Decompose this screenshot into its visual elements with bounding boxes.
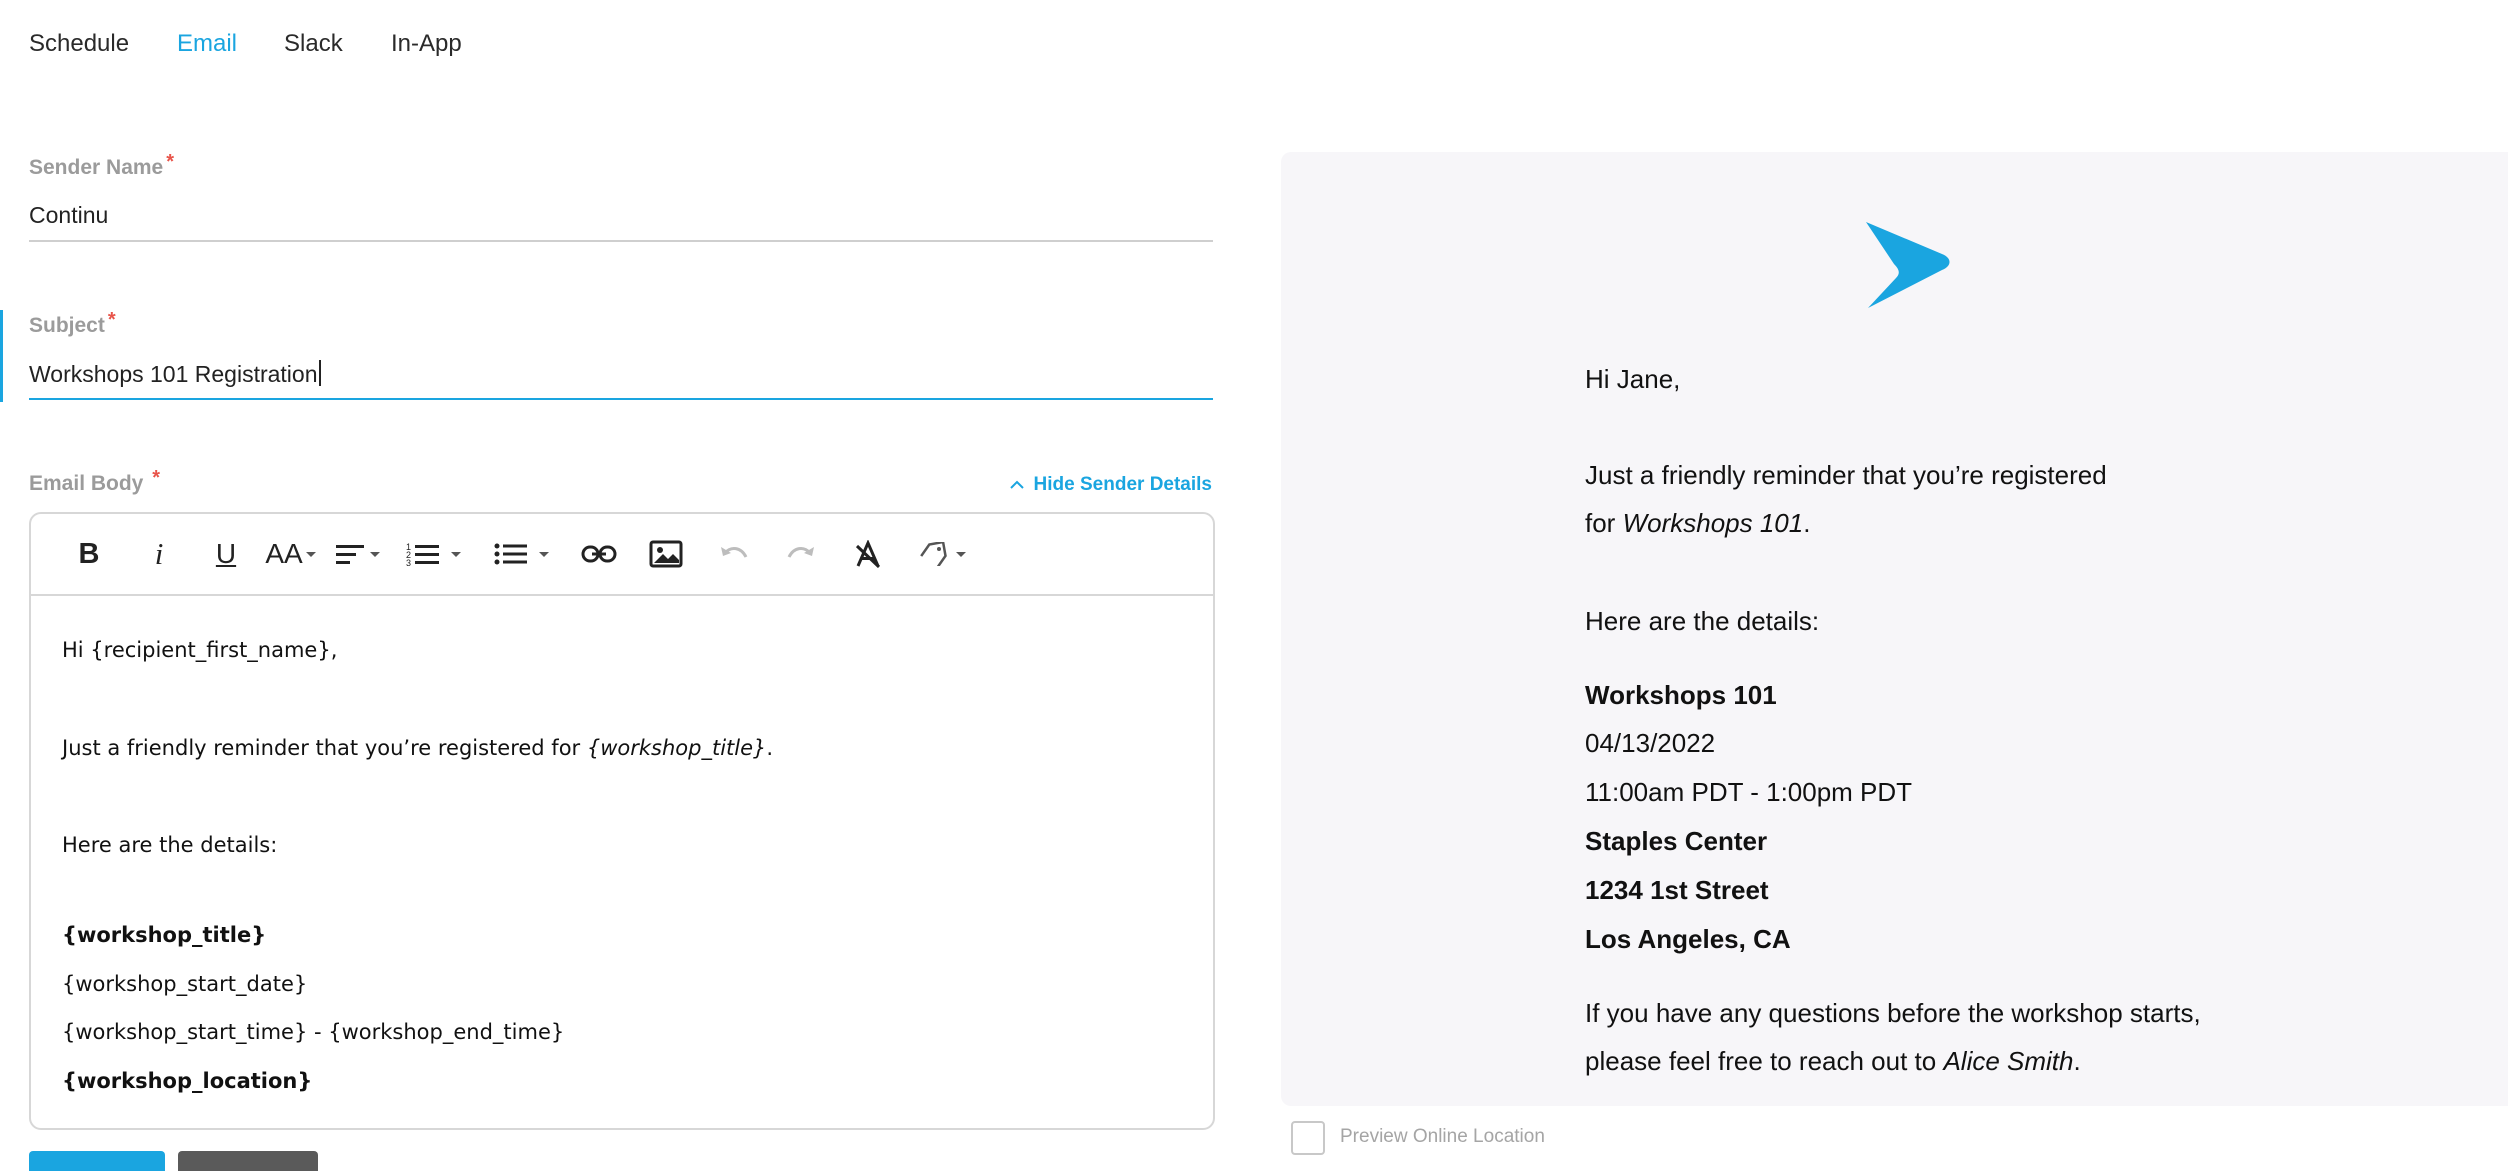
editor-reminder: Just a friendly reminder that you’re reg… — [62, 736, 774, 760]
preview-location-street: 1234 1st Street — [1585, 875, 1769, 905]
preview-details-heading: Here are the details: — [1585, 606, 1820, 636]
svg-text:3: 3 — [406, 558, 411, 567]
preview-reminder-line1: Just a friendly reminder that you’re reg… — [1585, 460, 2107, 490]
italic-icon[interactable]: i — [139, 532, 179, 576]
save-button[interactable] — [29, 1151, 165, 1171]
required-mark: * — [152, 467, 161, 489]
continu-logo-icon — [1864, 220, 1950, 315]
preview-location-city: Los Angeles, CA — [1585, 924, 1791, 954]
image-icon[interactable] — [643, 532, 689, 576]
preview-online-location-label: Preview Online Location — [1340, 1126, 1545, 1147]
preview-greeting: Hi Jane, — [1585, 364, 1681, 394]
preview-questions-line2: please feel free to reach out to Alice S… — [1585, 1046, 2081, 1076]
preview-title: Workshops 101 — [1585, 680, 1777, 710]
sender-name-input[interactable]: Continu — [29, 200, 1213, 242]
preview-reminder-line2: for Workshops 101. — [1585, 508, 1811, 538]
editor-location-variable: {workshop_location} — [62, 1069, 313, 1093]
editor-toolbar: B i U AA 1 2 3 — [31, 514, 1213, 596]
tab-schedule[interactable]: Schedule — [29, 30, 129, 58]
text-caret — [318, 360, 321, 386]
preview-time: 11:00am PDT - 1:00pm PDT — [1585, 777, 1913, 807]
required-mark: * — [166, 151, 175, 173]
underline-icon[interactable]: U — [204, 532, 248, 576]
focus-indicator — [0, 310, 3, 402]
tag-icon[interactable] — [911, 532, 975, 576]
required-mark: * — [107, 309, 116, 331]
editor-title-variable: {workshop_title} — [62, 923, 267, 947]
cancel-button[interactable] — [178, 1151, 318, 1171]
hide-sender-details-link[interactable]: Hide Sender Details — [1009, 474, 1212, 496]
editor-details-heading: Here are the details: — [62, 833, 278, 857]
editor-date-variable: {workshop_start_date} — [62, 972, 308, 996]
redo-icon[interactable] — [779, 532, 823, 576]
subject-label: Subject * — [29, 309, 116, 337]
align-icon[interactable] — [328, 532, 388, 576]
subject-value: Workshops 101 Registration — [29, 361, 318, 387]
sender-name-label: Sender Name * — [29, 151, 175, 179]
workshop-title-variable: {workshop_title} — [586, 736, 767, 760]
tab-slack[interactable]: Slack — [284, 30, 343, 58]
undo-icon[interactable] — [712, 532, 756, 576]
bold-icon[interactable]: B — [69, 532, 109, 576]
clear-format-icon[interactable] — [846, 532, 890, 576]
tab-in-app[interactable]: In-App — [391, 30, 462, 58]
ordered-list-icon[interactable]: 1 2 3 — [400, 532, 468, 576]
unordered-list-icon[interactable] — [487, 532, 557, 576]
email-preview: Hi Jane, Just a friendly reminder that y… — [1281, 152, 2508, 1106]
email-body-label: Email Body * — [29, 467, 161, 495]
preview-date: 04/13/2022 — [1585, 728, 1716, 758]
preview-online-location-checkbox[interactable] — [1291, 1121, 1325, 1155]
subject-input[interactable]: Workshops 101 Registration — [29, 358, 1213, 400]
chevron-up-icon — [1009, 477, 1024, 495]
preview-location-name: Staples Center — [1585, 826, 1768, 856]
tab-email[interactable]: Email — [177, 30, 237, 58]
editor-time-variable: {workshop_start_time} - {workshop_end_ti… — [62, 1020, 565, 1044]
link-icon[interactable] — [576, 532, 622, 576]
email-body-editor[interactable]: B i U AA 1 2 3 Hi {recipient_first_name}… — [29, 512, 1215, 1130]
font-size-icon[interactable]: AA — [260, 532, 322, 576]
preview-questions-line1: If you have any questions before the wor… — [1585, 998, 2201, 1028]
sender-name-value: Continu — [29, 202, 109, 228]
editor-greeting: Hi {recipient_first_name}, — [62, 638, 338, 662]
